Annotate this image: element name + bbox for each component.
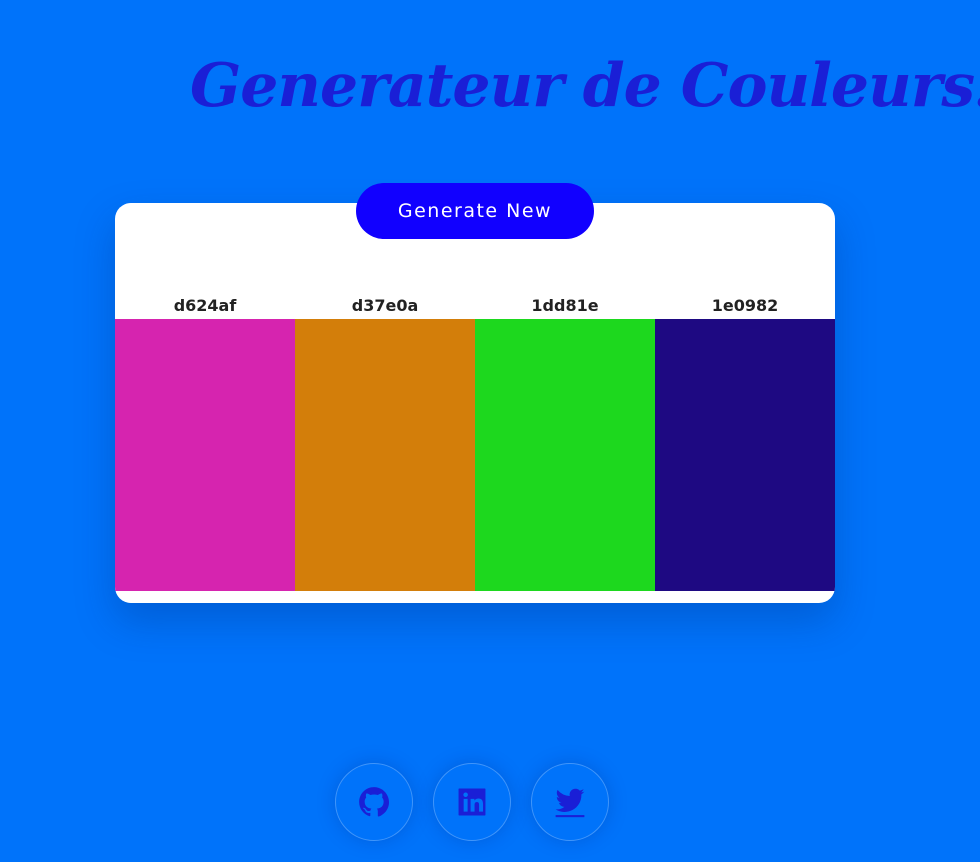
- palette: d624af d37e0a 1dd81e 1e0982: [115, 203, 835, 591]
- palette-item-2: d37e0a: [295, 203, 475, 591]
- page-title: Generateur de Couleurs:: [190, 51, 980, 121]
- linkedin-link[interactable]: [433, 763, 511, 841]
- color-swatch[interactable]: [115, 319, 295, 591]
- generate-new-button[interactable]: Generate New: [356, 183, 594, 239]
- palette-item-3: 1dd81e: [475, 203, 655, 591]
- page: Generateur de Couleurs: d624af d37e0a 1d…: [0, 0, 980, 862]
- linkedin-icon: [458, 788, 486, 816]
- github-icon: [359, 787, 390, 817]
- hex-label[interactable]: 1e0982: [655, 296, 835, 315]
- social-links: [335, 763, 609, 841]
- palette-item-1: d624af: [115, 203, 295, 591]
- twitter-link[interactable]: [531, 763, 609, 841]
- github-link[interactable]: [335, 763, 413, 841]
- hex-label[interactable]: 1dd81e: [475, 296, 655, 315]
- twitter-icon: [555, 788, 585, 818]
- color-swatch[interactable]: [475, 319, 655, 591]
- color-swatch[interactable]: [295, 319, 475, 591]
- palette-card: d624af d37e0a 1dd81e 1e0982: [115, 203, 835, 603]
- palette-item-4: 1e0982: [655, 203, 835, 591]
- hex-label[interactable]: d624af: [115, 296, 295, 315]
- hex-label[interactable]: d37e0a: [295, 296, 475, 315]
- color-swatch[interactable]: [655, 319, 835, 591]
